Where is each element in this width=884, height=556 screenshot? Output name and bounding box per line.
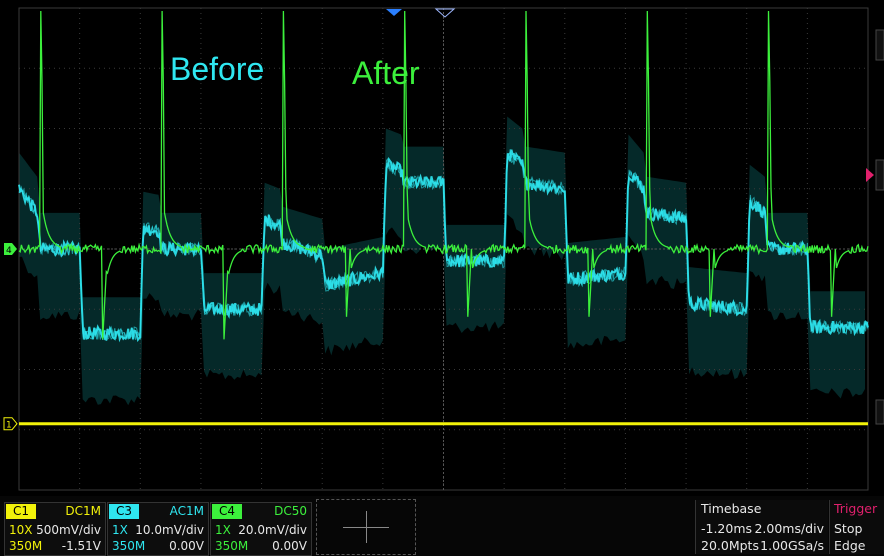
channel-c3-coupling: AC1M xyxy=(169,504,204,518)
channel-c3-bw: 350M xyxy=(112,539,146,553)
channel-c4-tag: C4 xyxy=(212,504,243,519)
channel-c1-probe: 10X xyxy=(9,523,33,537)
trigger-type: Edge xyxy=(834,538,866,553)
channel-c1-bw: 350M xyxy=(9,539,43,553)
side-tab-top xyxy=(875,29,884,61)
channel-c4-box[interactable]: C4 DC50 1X 20.0mV/div 350M 0.00V xyxy=(210,502,312,556)
channel-c3-probe: 1X xyxy=(112,523,128,537)
timebase-title: Timebase xyxy=(701,501,762,516)
channel-c4-coupling: DC50 xyxy=(274,504,307,518)
channel-c4-scale: 20.0mV/div xyxy=(238,523,307,537)
trigger-panel[interactable]: Trigger Stop Edge xyxy=(829,500,884,554)
plus-icon xyxy=(366,511,367,543)
c1-marker-label: 1 xyxy=(6,421,12,431)
timebase-scale: 2.00ms/div xyxy=(754,521,824,536)
scope-screen: 4 1 Before After xyxy=(0,0,884,496)
side-tab-low xyxy=(875,399,884,425)
timebase-rate: 1.00GSa/s xyxy=(760,538,824,553)
waveform-display: 4 1 Before After xyxy=(0,0,884,496)
channel-c3-tag: C3 xyxy=(109,504,140,519)
channel-c1-coupling: DC1M xyxy=(65,504,101,518)
channel-c1-tag: C1 xyxy=(6,504,37,519)
channel-c4-probe: 1X xyxy=(215,523,231,537)
side-tab-mid xyxy=(875,159,884,191)
channel-c4-bw: 350M xyxy=(215,539,249,553)
c4-marker-label: 4 xyxy=(6,246,12,256)
trigger-title: Trigger xyxy=(834,501,878,516)
channel-c1-box[interactable]: C1 DC1M 10X 500mV/div 350M -1.51V xyxy=(4,502,106,556)
timebase-memory: 20.0Mpts xyxy=(701,538,759,553)
channel-c3-scale: 10.0mV/div xyxy=(135,523,204,537)
annotation-before: Before xyxy=(170,51,264,87)
annotation-after: After xyxy=(352,55,420,91)
timebase-position: -1.20ms xyxy=(701,521,753,536)
channel-c4-offset: 0.00V xyxy=(272,539,307,553)
channel-c3-box[interactable]: C3 AC1M 1X 10.0mV/div 350M 0.00V xyxy=(107,502,209,556)
trigger-state: Stop xyxy=(834,521,863,536)
channel-c1-scale: 500mV/div xyxy=(36,523,101,537)
channel-c1-offset: -1.51V xyxy=(61,539,101,553)
channel-c3-offset: 0.00V xyxy=(169,539,204,553)
timebase-panel[interactable]: Timebase -1.20ms 2.00ms/div 20.0Mpts 1.0… xyxy=(695,500,828,554)
add-channel-slot[interactable] xyxy=(316,499,416,555)
